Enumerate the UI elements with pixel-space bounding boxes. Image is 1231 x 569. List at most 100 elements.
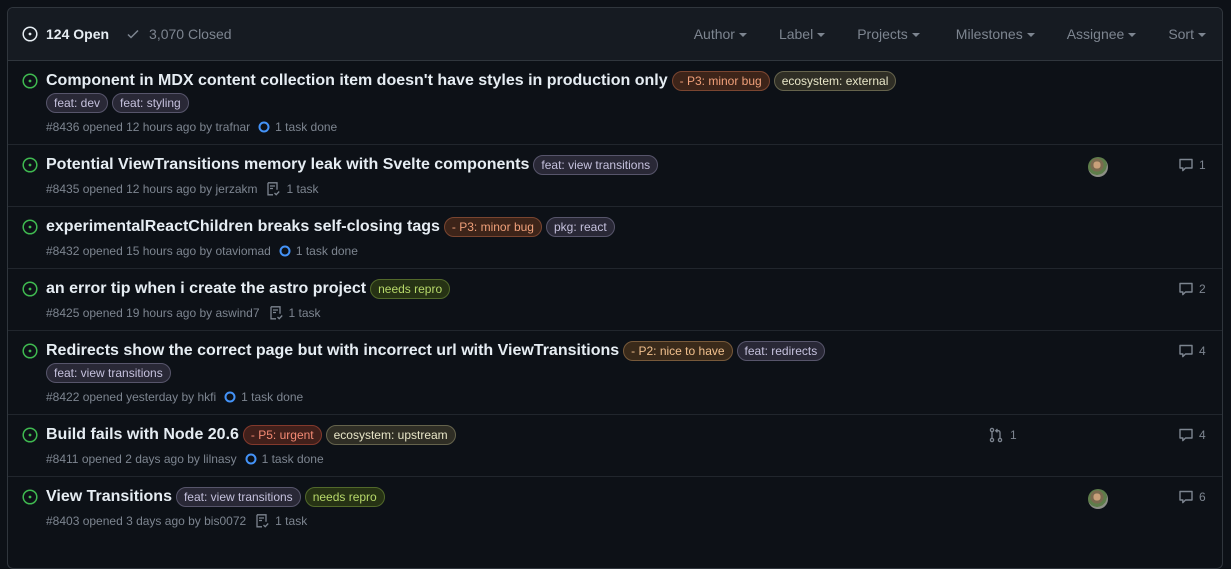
issue-label[interactable]: ecosystem: external [773, 71, 897, 91]
issue-label[interactable]: feat: styling [112, 93, 189, 113]
comment-count: 4 [1199, 344, 1206, 358]
issue-label[interactable]: pkg: react [545, 217, 615, 237]
task-progress-label: 1 task [275, 514, 308, 528]
task-progress[interactable]: 1 task done [279, 242, 358, 260]
task-progress[interactable]: 1 task done [258, 118, 337, 136]
issue-label[interactable]: ecosystem: upstream [325, 425, 456, 445]
issue-label[interactable]: - P2: nice to have [623, 341, 733, 361]
issues-list-container: 124 Open 3,070 Closed Author Label Proje… [7, 7, 1223, 569]
comment-count: 6 [1199, 490, 1206, 504]
caret-down-icon [817, 33, 826, 37]
issue-list: Component in MDX content collection item… [8, 61, 1222, 538]
check-icon [127, 29, 139, 39]
issue-opened-by: #8436 opened 12 hours ago by trafnar [46, 120, 251, 134]
comments-link[interactable]: 2 [1178, 281, 1206, 297]
issue-opened-icon [22, 343, 38, 359]
issue-labels: feat: view transitions [533, 153, 662, 177]
task-progress[interactable]: 1 task done [224, 388, 303, 406]
task-progress-label: 1 task [288, 306, 321, 320]
author-filter[interactable]: Author [694, 26, 747, 42]
caret-down-icon [1198, 33, 1206, 37]
assignee-filter[interactable]: Assignee [1067, 26, 1137, 42]
issue-opened-icon [22, 489, 38, 505]
comment-icon [1179, 490, 1193, 504]
issue-row: Component in MDX content collection item… [8, 61, 1222, 144]
issue-label[interactable]: feat: view transitions [533, 155, 659, 175]
issue-opened-icon [22, 73, 38, 89]
issue-label[interactable]: feat: view transitions [175, 487, 301, 507]
assignee-avatar[interactable] [1088, 489, 1108, 509]
comment-icon [1179, 158, 1193, 172]
issue-row: Potential ViewTransitions memory leak wi… [8, 144, 1222, 206]
checklist-icon [267, 182, 281, 196]
issue-opened-icon [22, 219, 38, 235]
milestones-filter[interactable]: Milestones [956, 26, 1035, 42]
checklist-icon [269, 306, 283, 320]
issue-title-link[interactable]: experimentalReactChildren breaks self-cl… [46, 215, 440, 239]
issue-row: Redirects show the correct page but with… [8, 330, 1222, 414]
issue-opened-icon [22, 281, 38, 297]
issue-meta: #8436 opened 12 hours ago by trafnar 1 t… [46, 118, 1206, 136]
label-filter-label: Label [778, 26, 814, 42]
comment-count: 1 [1199, 158, 1206, 172]
issue-label[interactable]: - P5: urgent [242, 425, 322, 445]
progress-circle-icon [245, 453, 257, 465]
comments-link[interactable]: 1 [1178, 157, 1206, 173]
issue-title-link[interactable]: Potential ViewTransitions memory leak wi… [46, 153, 529, 177]
issue-opened-icon [22, 427, 38, 443]
task-progress[interactable]: 1 task done [245, 450, 324, 468]
assignee-avatar[interactable] [1088, 157, 1108, 177]
linked-pull-requests[interactable]: 1 [988, 427, 1017, 443]
issue-meta: #8435 opened 12 hours ago by jerzakm 1 t… [46, 180, 1206, 198]
closed-count-label: 3,070 Closed [149, 26, 232, 42]
issue-label[interactable]: feat: view transitions [46, 363, 171, 383]
comments-link[interactable]: 6 [1178, 489, 1206, 505]
issue-labels: needs repro [370, 277, 454, 301]
issue-title-line: an error tip when i create the astro pro… [46, 277, 1206, 301]
issue-label[interactable]: - P3: minor bug [671, 71, 770, 91]
caret-down-icon [911, 33, 920, 37]
issue-label[interactable]: feat: redirects [736, 341, 826, 361]
comments-link[interactable]: 4 [1178, 427, 1206, 443]
task-progress[interactable]: 1 task [268, 304, 321, 322]
issue-label[interactable]: - P3: minor bug [443, 217, 542, 237]
issue-opened-by: #8425 opened 19 hours ago by aswind7 [46, 306, 260, 320]
issue-title-line: Redirects show the correct page but with… [46, 339, 1206, 363]
issue-title-link[interactable]: Component in MDX content collection item… [46, 69, 668, 93]
progress-circle-icon [224, 391, 236, 403]
issue-title-link[interactable]: Build fails with Node 20.6 [46, 423, 239, 447]
closed-issues-tab[interactable]: 3,070 Closed [125, 26, 232, 42]
comment-icon [1179, 282, 1193, 296]
task-progress-label: 1 task done [261, 452, 324, 466]
issue-row: experimentalReactChildren breaks self-cl… [8, 206, 1222, 268]
issue-row: an error tip when i create the astro pro… [8, 268, 1222, 330]
sort-filter[interactable]: Sort [1168, 26, 1206, 42]
issue-opened-by: #8432 opened 15 hours ago by otaviomad [46, 244, 271, 258]
issue-label[interactable]: feat: dev [46, 93, 109, 113]
task-progress-label: 1 task done [241, 390, 304, 404]
task-progress-label: 1 task [286, 182, 319, 196]
label-filter[interactable]: Label [778, 26, 826, 42]
open-issues-tab[interactable]: 124 Open [22, 26, 109, 42]
issue-opened-icon [22, 157, 38, 173]
issue-opened-by: #8422 opened yesterday by hkfi [46, 390, 217, 404]
issue-label[interactable]: needs repro [304, 487, 385, 507]
checklist-icon [256, 514, 269, 528]
linked-pr-count: 1 [1010, 428, 1017, 442]
task-progress[interactable]: 1 task [265, 180, 319, 198]
issue-title-link[interactable]: View Transitions [46, 485, 172, 509]
comments-link[interactable]: 4 [1178, 343, 1206, 359]
projects-filter[interactable]: Projects [857, 26, 920, 42]
issue-title-link[interactable]: an error tip when i create the astro pro… [46, 277, 366, 301]
issue-meta: #8411 opened 2 days ago by lilnasy 1 tas… [46, 450, 1206, 468]
issue-label[interactable]: needs repro [370, 279, 451, 299]
issue-title-line: Build fails with Node 20.6 - P5: urgent e… [46, 423, 1206, 447]
issue-title-line: View Transitions feat: view transitions n… [46, 485, 1206, 509]
task-progress[interactable]: 1 task [254, 512, 307, 530]
caret-down-icon [738, 33, 747, 37]
state-toggle: 124 Open 3,070 Closed [22, 26, 694, 42]
issue-row: View Transitions feat: view transitions n… [8, 476, 1222, 538]
issue-labels: - P3: minor bug pkg: react [443, 215, 619, 239]
issues-list-header: 124 Open 3,070 Closed Author Label Proje… [8, 8, 1222, 61]
issue-title-link[interactable]: Redirects show the correct page but with… [46, 339, 619, 363]
